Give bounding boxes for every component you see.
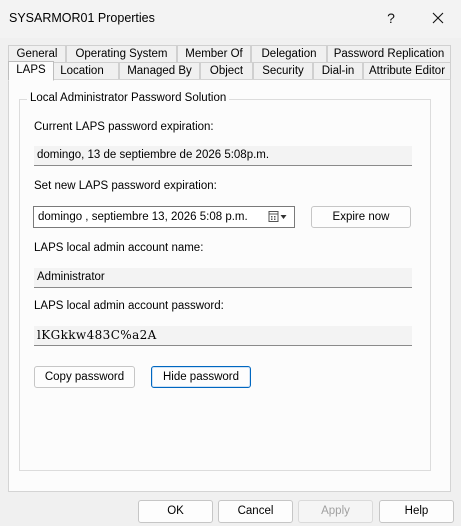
tab-label: Location <box>60 65 104 77</box>
new-expiration-label: Set new LAPS password expiration: <box>34 180 217 192</box>
expire-now-button[interactable]: Expire now <box>311 206 411 228</box>
close-button[interactable] <box>415 0 461 36</box>
account-name-label: LAPS local admin account name: <box>34 242 204 254</box>
account-password-label: LAPS local admin account password: <box>34 300 224 312</box>
tab-dial-in[interactable]: Dial-in <box>313 62 363 79</box>
title-bar: SYSARMOR01 Properties ? <box>0 0 461 38</box>
tab-object[interactable]: Object <box>200 62 253 79</box>
tab-operating-system[interactable]: Operating System <box>66 45 177 62</box>
tab-label: Password Replication <box>333 48 445 60</box>
tab-security[interactable]: Security <box>253 62 313 79</box>
cancel-button[interactable]: Cancel <box>218 500 293 523</box>
tab-managed-by[interactable]: Managed By <box>119 62 200 79</box>
tab-label: Operating System <box>75 48 168 60</box>
account-name-field: Administrator <box>34 268 412 288</box>
help-glyph: ? <box>387 10 395 26</box>
tab-label: LAPS <box>16 64 46 76</box>
current-expiration-field: domingo, 13 de septiembre de 2026 5:08p.… <box>34 146 412 166</box>
laps-group-title: Local Administrator Password Solution <box>27 92 230 104</box>
tab-password-replication[interactable]: Password Replication <box>327 45 451 62</box>
copy-password-button[interactable]: Copy password <box>34 366 135 388</box>
tab-label: Object <box>209 65 244 77</box>
tab-member-of[interactable]: Member Of <box>177 45 251 62</box>
tab-label: Security <box>262 65 304 77</box>
tab-row-top: General Operating System Member Of Deleg… <box>0 45 461 63</box>
ok-button[interactable]: OK <box>138 500 213 523</box>
calendar-dropdown-icon[interactable] <box>268 210 288 224</box>
tab-general[interactable]: General <box>8 45 66 62</box>
tab-label: General <box>16 48 58 60</box>
new-expiration-value: domingo , septiembre 13, 2026 5:08 p.m. <box>38 211 248 223</box>
close-icon <box>432 12 444 24</box>
tab-location[interactable]: Location <box>45 62 119 79</box>
account-password-field: lKGkkw483C%a2A <box>34 326 412 346</box>
tab-label: Delegation <box>261 48 317 60</box>
tab-label: Member Of <box>185 48 243 60</box>
new-expiration-datetime-picker[interactable]: domingo , septiembre 13, 2026 5:08 p.m. <box>33 206 295 228</box>
tab-label: Attribute Editor <box>368 65 446 77</box>
window-title: SYSARMOR01 Properties <box>9 11 155 25</box>
current-expiration-label: Current LAPS password expiration: <box>34 121 214 133</box>
help-icon[interactable]: ? <box>368 0 414 36</box>
apply-button[interactable]: Apply <box>298 500 373 523</box>
hide-password-button[interactable]: Hide password <box>151 366 251 388</box>
help-button[interactable]: Help <box>379 500 454 523</box>
tab-label: Dial-in <box>321 65 355 77</box>
tab-row-bottom: Location Managed By Object Security Dial… <box>0 62 461 80</box>
tab-label: Managed By <box>127 65 192 77</box>
tab-laps[interactable]: LAPS <box>8 61 54 81</box>
tab-delegation[interactable]: Delegation <box>251 45 327 62</box>
tab-attribute-editor[interactable]: Attribute Editor <box>363 62 451 79</box>
